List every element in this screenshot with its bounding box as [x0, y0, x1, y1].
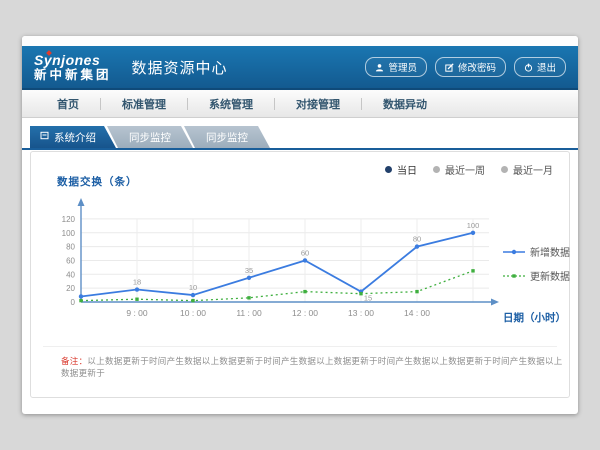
legend-update-data[interactable]: 更新数据: [503, 268, 573, 283]
header-actions: 管理员 修改密码 退出: [365, 57, 566, 77]
radio-label: 最近一月: [513, 162, 553, 177]
chart-right-column: 新增数据 更新数据 日期（小时）: [503, 196, 573, 334]
logo-text-cn: 新中新集团: [34, 69, 112, 82]
svg-text:10: 10: [189, 283, 197, 292]
tab-sync-monitor-1[interactable]: 同步监控: [107, 126, 193, 148]
radio-today[interactable]: 当日: [385, 162, 417, 177]
line-chart: 0 20 40 60 80 100 120 9 : 00 10 : 00 11 : 00 12 : …: [41, 196, 501, 334]
radio-dot-icon: [385, 166, 392, 173]
svg-text:60: 60: [66, 256, 75, 265]
main-nav: 首页 标准管理 系统管理 对接管理 数据异动: [22, 90, 578, 118]
nav-item-data-change[interactable]: 数据异动: [362, 96, 448, 112]
change-password-label: 修改密码: [458, 60, 496, 74]
range-filter-group: 当日 最近一周 最近一月: [385, 162, 553, 177]
tab-label: 同步监控: [129, 130, 171, 145]
app-header: Synjones 新中新集团 数据资源中心 管理员 修改密码 退出: [22, 46, 578, 90]
radio-last-month[interactable]: 最近一月: [501, 162, 553, 177]
footnote-label: 备注：: [61, 356, 87, 366]
tab-underline: [22, 148, 578, 150]
svg-text:14 : 00: 14 : 00: [404, 308, 430, 318]
svg-text:18: 18: [133, 278, 141, 287]
legend-label: 新增数据: [530, 244, 570, 259]
logout-button[interactable]: 退出: [514, 57, 566, 77]
svg-text:11 : 00: 11 : 00: [236, 308, 262, 318]
solid-line-swatch: [503, 248, 525, 256]
tab-sync-monitor-2[interactable]: 同步监控: [184, 126, 270, 148]
svg-text:20: 20: [66, 284, 75, 293]
tab-label: 同步监控: [206, 130, 248, 145]
svg-text:12 : 00: 12 : 00: [292, 308, 318, 318]
radio-label: 当日: [397, 162, 417, 177]
radio-dot-icon: [433, 166, 440, 173]
svg-text:60: 60: [301, 248, 309, 257]
window-top-strip: [22, 36, 578, 46]
svg-text:9 : 00: 9 : 00: [126, 308, 148, 318]
tab-bar: 系统介绍 同步监控 同步监控: [30, 126, 578, 148]
app-window: Synjones 新中新集团 数据资源中心 管理员 修改密码 退出: [22, 36, 578, 414]
logout-label: 退出: [537, 60, 556, 74]
svg-text:80: 80: [413, 235, 421, 244]
y-axis-title: 数据交换（条）: [57, 174, 138, 189]
legend-new-data[interactable]: 新增数据: [503, 244, 573, 259]
user-label: 管理员: [388, 60, 417, 74]
footnote-text: 以上数据更新于时间产生数据以上数据更新于时间产生数据以上数据更新于时间产生数据以…: [61, 356, 563, 378]
company-logo: Synjones 新中新集团: [34, 53, 112, 82]
document-icon: [40, 131, 49, 143]
user-button[interactable]: 管理员: [365, 57, 427, 77]
nav-item-home[interactable]: 首页: [36, 96, 100, 112]
content-area: 系统介绍 同步监控 同步监控 当日 最近一: [22, 118, 578, 398]
radio-dot-icon: [501, 166, 508, 173]
logo-text-en: Synjones: [34, 53, 112, 67]
svg-text:0: 0: [71, 298, 76, 307]
svg-text:80: 80: [66, 243, 75, 252]
radio-label: 最近一周: [445, 162, 485, 177]
svg-text:100: 100: [467, 221, 480, 230]
desktop-background: Synjones 新中新集团 数据资源中心 管理员 修改密码 退出: [0, 0, 600, 450]
svg-text:15: 15: [364, 294, 372, 303]
chart-container: 0 20 40 60 80 100 120 9 : 00 10 : 00 11 : 00 12 : …: [41, 196, 573, 334]
nav-item-system-mgmt[interactable]: 系统管理: [188, 96, 274, 112]
change-password-button[interactable]: 修改密码: [435, 57, 506, 77]
power-icon: [524, 63, 533, 72]
user-icon: [375, 63, 384, 72]
svg-text:120: 120: [62, 215, 76, 224]
svg-text:40: 40: [66, 270, 75, 279]
svg-text:35: 35: [245, 266, 253, 275]
tab-label: 系统介绍: [54, 130, 96, 145]
legend-label: 更新数据: [530, 268, 570, 283]
radio-last-week[interactable]: 最近一周: [433, 162, 485, 177]
nav-item-standard-mgmt[interactable]: 标准管理: [101, 96, 187, 112]
edit-icon: [445, 63, 454, 72]
nav-item-interface-mgmt[interactable]: 对接管理: [275, 96, 361, 112]
page-title: 数据资源中心: [132, 57, 228, 78]
dotted-line-swatch: [503, 272, 525, 280]
tab-system-intro[interactable]: 系统介绍: [30, 126, 116, 148]
svg-text:10 : 00: 10 : 00: [180, 308, 206, 318]
chart-panel: 当日 最近一周 最近一月 数据交换（条） 0 20 40 60 80 100 120 9 : …: [30, 151, 570, 398]
svg-text:100: 100: [62, 229, 76, 238]
x-axis-title: 日期（小时）: [503, 310, 573, 325]
footnote: 备注：以上数据更新于时间产生数据以上数据更新于时间产生数据以上数据更新于时间产生…: [61, 355, 569, 379]
series-legend: 新增数据 更新数据: [503, 244, 573, 283]
svg-text:13 : 00: 13 : 00: [348, 308, 374, 318]
panel-divider: [43, 346, 557, 347]
